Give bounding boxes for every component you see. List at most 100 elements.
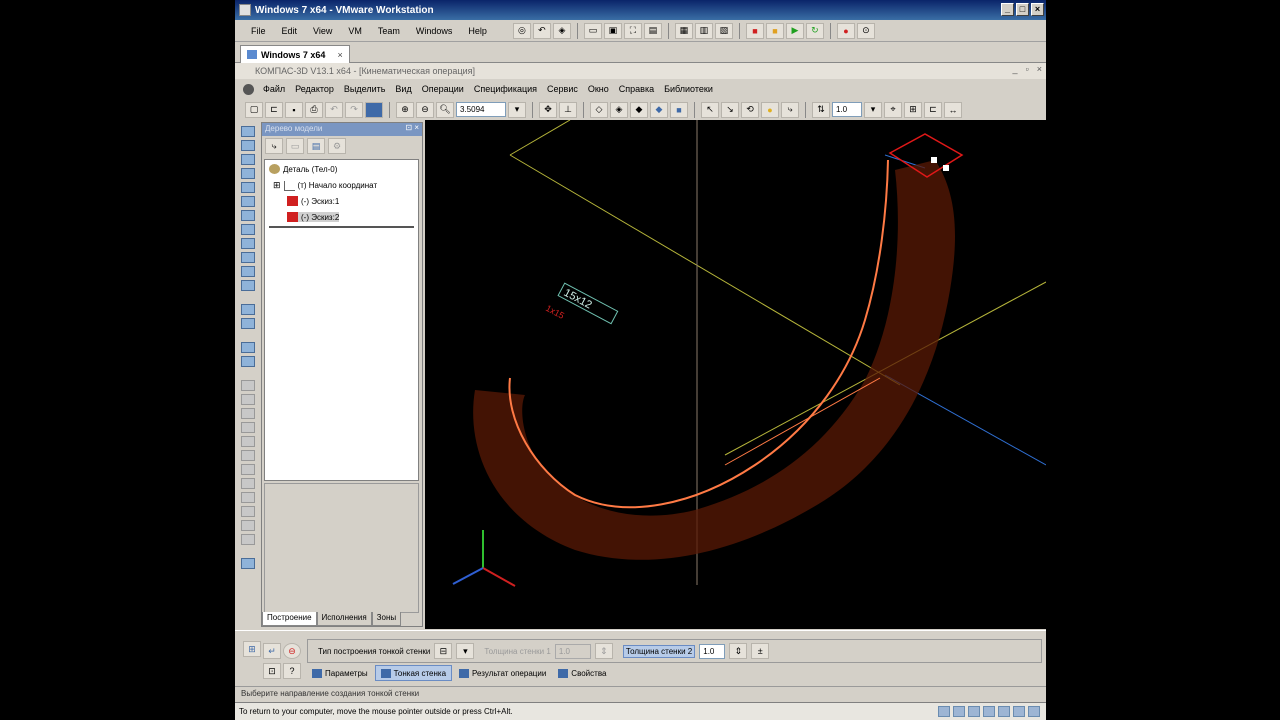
tree-icon[interactable]: ⊞	[904, 101, 922, 118]
power-on-icon[interactable]: ▶	[785, 22, 804, 39]
show-console-icon[interactable]: ▭	[583, 22, 602, 39]
spiral-icon[interactable]	[241, 436, 255, 447]
maximize-icon[interactable]: □	[1016, 3, 1029, 16]
k-menu-specification[interactable]: Спецификация	[469, 84, 542, 94]
zoom-window-icon[interactable]: 🔍︎	[436, 101, 454, 118]
zoom-out-icon[interactable]: ⊖	[416, 101, 434, 118]
mirror-icon[interactable]	[241, 342, 255, 353]
k-menu-editor[interactable]: Редактор	[290, 84, 339, 94]
plane-icon[interactable]	[241, 394, 255, 405]
k-menu-window[interactable]: Окно	[583, 84, 614, 94]
pan-icon[interactable]: ✥	[539, 101, 557, 118]
3d-viewport[interactable]: 15x12 1x15	[425, 120, 1046, 629]
undo-icon[interactable]: ↶	[325, 101, 343, 118]
halftone-icon[interactable]: ◆	[650, 101, 668, 118]
k-menu-view[interactable]: Вид	[390, 84, 416, 94]
create-object-icon[interactable]: ↵	[263, 643, 281, 659]
rotate-icon[interactable]: ⟲	[741, 101, 759, 118]
vm-menu-help[interactable]: Help	[460, 26, 495, 36]
wall-thickness-1-input[interactable]: 1.0	[554, 643, 591, 659]
messages-icon[interactable]	[1028, 706, 1040, 717]
light-icon[interactable]: ●	[761, 101, 779, 118]
tab-operation-result[interactable]: Результат операции	[454, 665, 551, 681]
pin-property-bar-icon[interactable]: ⊞	[243, 641, 261, 657]
wall-thickness-2-input[interactable]: 1.0	[699, 643, 726, 659]
lock-value-icon[interactable]: ±	[751, 643, 770, 659]
tree-filter-icon[interactable]: ▤	[307, 138, 325, 154]
parametric-icon[interactable]: ⊏	[924, 101, 942, 118]
shell-icon[interactable]	[241, 266, 255, 277]
full-screen-icon[interactable]: ⛶	[623, 22, 642, 39]
tree-view-icon[interactable]: ▭	[286, 138, 304, 154]
halftone-edges-icon[interactable]: ■	[670, 101, 688, 118]
tree-item-sketch-2[interactable]: (-) Эскиз:2	[287, 212, 340, 222]
vm-menu-file[interactable]: File	[243, 26, 274, 36]
select-icon[interactable]: ⤷	[781, 101, 799, 118]
tab-windows-7[interactable]: Windows 7 x64 ×	[240, 45, 350, 63]
tab-versions[interactable]: Исполнения	[316, 612, 372, 626]
tab-properties[interactable]: Свойства	[553, 665, 611, 681]
k-menu-service[interactable]: Сервис	[542, 84, 583, 94]
summary-view-icon[interactable]: ▦	[674, 22, 693, 39]
control-point[interactable]	[943, 165, 949, 171]
console-view-icon[interactable]: ▧	[714, 22, 733, 39]
snapshot-manager-icon[interactable]: ◈	[552, 22, 571, 39]
tab-parameters[interactable]: Параметры	[307, 665, 373, 681]
step-input[interactable]: 1.0	[832, 102, 862, 117]
reset-icon[interactable]: ↻	[805, 22, 824, 39]
array-icon[interactable]	[241, 356, 255, 367]
vm-menu-view[interactable]: View	[305, 26, 340, 36]
close-icon[interactable]: ×	[1031, 3, 1044, 16]
wireframe-icon[interactable]: ◇	[590, 101, 608, 118]
spline-icon[interactable]	[241, 450, 255, 461]
usb-icon[interactable]	[998, 706, 1010, 717]
hidden-lines-icon[interactable]: ◈	[610, 101, 628, 118]
curve-icon[interactable]	[241, 422, 255, 433]
fillet-icon[interactable]	[241, 210, 255, 221]
hole-icon[interactable]	[241, 238, 255, 249]
expand-icon[interactable]: ⊞	[273, 180, 281, 191]
open-file-icon[interactable]: ⊏	[265, 101, 283, 118]
tab-construction[interactable]: Построение	[262, 612, 317, 626]
tree-item-origin[interactable]: ⊞ (т) Начало координат	[273, 180, 377, 191]
tree-item-detail[interactable]: Деталь (Тел-0)	[269, 164, 337, 174]
axis-icon[interactable]	[241, 408, 255, 419]
revolve-icon[interactable]	[241, 140, 255, 151]
point-icon[interactable]	[241, 478, 255, 489]
step-icon[interactable]: ⇅	[812, 101, 830, 118]
snapshot-icon[interactable]: ◎	[512, 22, 531, 39]
cut-extrude-icon[interactable]	[241, 182, 255, 193]
cd-icon[interactable]	[953, 706, 965, 717]
kompas-close-icon[interactable]: ×	[1037, 64, 1042, 74]
stop-icon[interactable]: ⊖	[283, 643, 301, 659]
thickness-2-spinner-icon[interactable]: ⇕	[729, 643, 748, 659]
check-icon[interactable]	[241, 534, 255, 545]
scale-dropdown-icon[interactable]: ▾	[508, 101, 526, 118]
tab-zones[interactable]: Зоны	[371, 612, 402, 626]
section-icon[interactable]	[241, 304, 255, 315]
scale-input[interactable]: 3.5094	[456, 102, 506, 117]
split-icon[interactable]	[241, 318, 255, 329]
k-menu-file[interactable]: Файл	[258, 84, 290, 94]
library-icon[interactable]	[241, 558, 255, 569]
zoom-in-icon[interactable]: ⊕	[396, 101, 414, 118]
hdd-icon[interactable]	[938, 706, 950, 717]
tree-item-sketch-1[interactable]: (-) Эскиз:1	[287, 196, 339, 206]
k-menu-operations[interactable]: Операции	[417, 84, 469, 94]
vm-menu-edit[interactable]: Edit	[274, 26, 306, 36]
cut-revolve-icon[interactable]	[241, 196, 255, 207]
pin-icon[interactable]: ⊡	[405, 123, 412, 132]
loft-icon[interactable]	[241, 168, 255, 179]
sweep-icon[interactable]	[241, 154, 255, 165]
tree-settings-icon[interactable]: ⚙	[328, 138, 346, 154]
new-file-icon[interactable]: ▢	[245, 101, 263, 118]
tab-close-icon[interactable]: ×	[337, 50, 342, 60]
aux-geometry-icon[interactable]	[241, 380, 255, 391]
floppy-icon[interactable]	[968, 706, 980, 717]
revert-snapshot-icon[interactable]: ↶	[532, 22, 551, 39]
thin-lines-icon[interactable]: ◆	[630, 101, 648, 118]
appliance-view-icon[interactable]: ▥	[694, 22, 713, 39]
surface-icon[interactable]	[241, 492, 255, 503]
build-order-icon[interactable]: ⤷	[265, 138, 283, 154]
replay-icon[interactable]: ⊙	[856, 22, 875, 39]
